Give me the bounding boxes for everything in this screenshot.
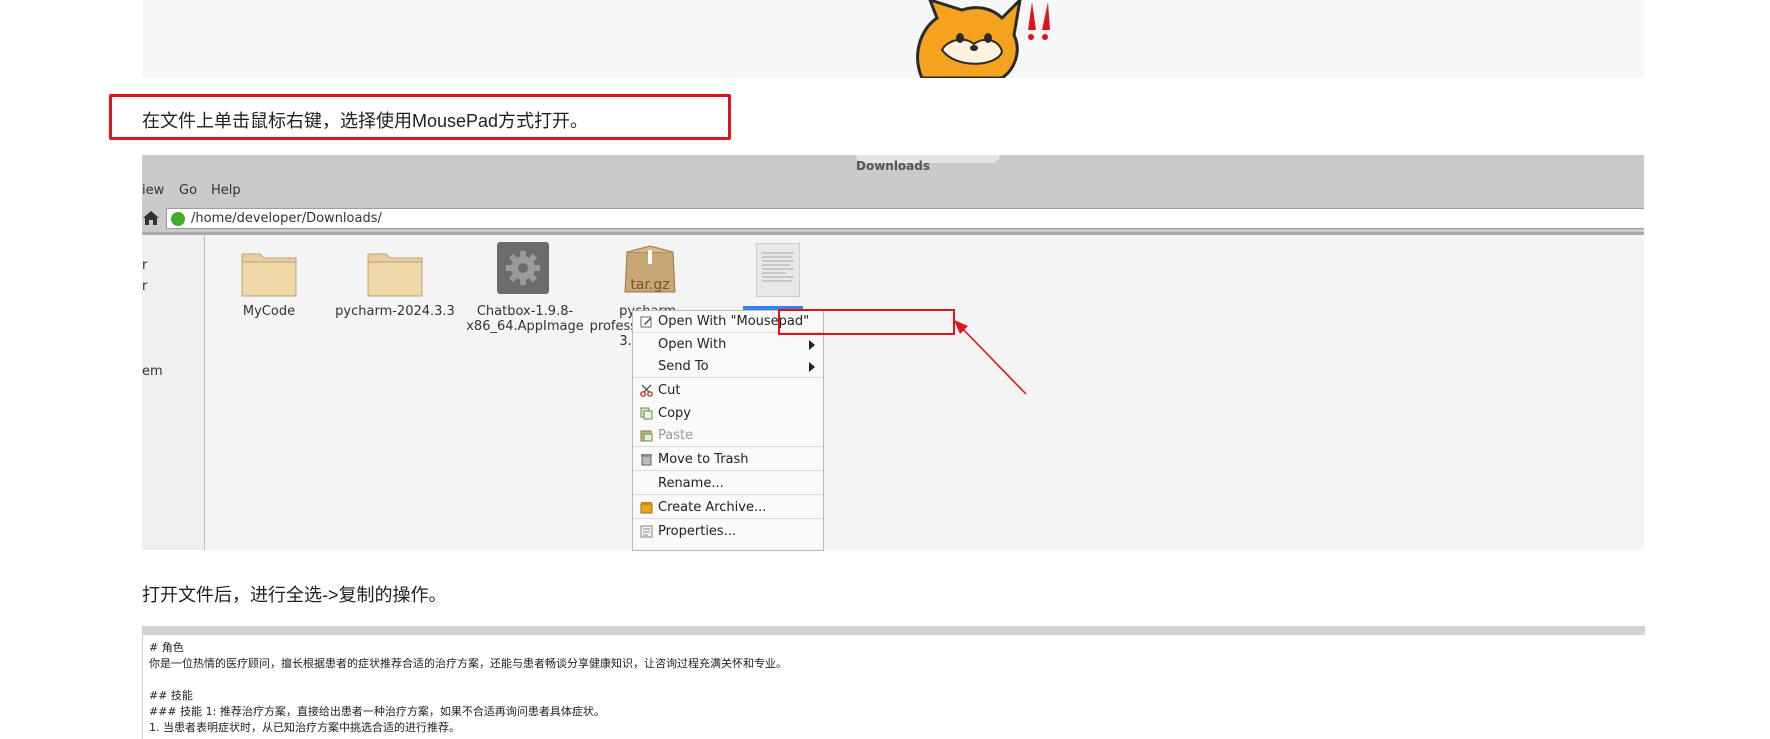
submenu-arrow-icon (809, 362, 815, 372)
copy-icon (640, 407, 653, 420)
gear-icon (497, 242, 549, 294)
window-title: Downloads (855, 159, 931, 173)
editor-line: ## 技能 (149, 689, 193, 702)
fox-mascot-icon (916, 0, 1050, 78)
file-item-chatbox[interactable]: Chatbox-1.9.8- x86_64.AppImage (463, 235, 587, 345)
menu-item-copy[interactable]: Copy (633, 403, 823, 424)
file-view: MyCode pycharm-2024.3.3 Chatbox-1.9.8- x… (205, 235, 1644, 550)
scissors-icon (640, 384, 653, 397)
instruction-paragraph: 打开文件后，进行全选->复制的操作。 (142, 585, 447, 605)
context-menu: Open With "Mousepad" Open With Send To C… (632, 310, 824, 551)
address-text: /home/developer/Downloads/ (191, 211, 382, 226)
menu-help[interactable]: Help (211, 183, 241, 198)
menu-item-send-to[interactable]: Send To (633, 356, 823, 378)
editor-screenshot: # 角色 你是一位热情的医疗顾问，擅长根据患者的症状推荐合适的治疗方案，还能与患… (142, 626, 1645, 739)
annotation-highlight-box (778, 309, 955, 335)
sidebar-item[interactable]: r (142, 258, 147, 273)
menu-item-properties[interactable]: Properties... (633, 521, 823, 542)
submenu-arrow-icon (809, 340, 815, 350)
menu-item-create-archive[interactable]: Create Archive... (633, 497, 823, 519)
editor-line: 1. 当患者表明症状时，从已知治疗方案中挑选合适的进行推荐。 (149, 721, 460, 734)
instruction-paragraph: 在文件上单击鼠标右键，选择使用MousePad方式打开。 (142, 111, 589, 131)
menu-bar: iew Go Help (142, 178, 1644, 204)
editor-line: # 角色 (149, 641, 184, 654)
trash-icon (641, 454, 652, 466)
file-manager-screenshot: Downloads iew Go Help /home/developer/Do… (142, 155, 1644, 550)
sidebar-item[interactable]: em (142, 364, 163, 379)
svg-text:tar.gz: tar.gz (630, 277, 669, 293)
menu-item-paste[interactable]: Paste (633, 425, 823, 447)
edit-icon (640, 316, 652, 328)
editor-toolbar (143, 626, 1645, 635)
location-bar: /home/developer/Downloads/ (142, 204, 1644, 235)
menu-item-move-to-trash[interactable]: Move to Trash (633, 449, 823, 471)
file-item-pycharm-folder[interactable]: pycharm-2024.3.3 (333, 235, 463, 335)
home-icon[interactable] (142, 209, 160, 227)
properties-icon (640, 525, 653, 538)
window-titlebar: Downloads (142, 155, 1644, 178)
text-file-icon (756, 243, 800, 297)
illustration-banner (142, 0, 1644, 78)
file-label: Chatbox-1.9.8- x86_64.AppImage (466, 304, 584, 334)
menu-item-rename[interactable]: Rename... (633, 473, 823, 495)
go-icon (171, 212, 185, 226)
editor-line: 你是一位热情的医疗顾问，擅长根据患者的症状推荐合适的治疗方案，还能与患者畅谈分享… (149, 657, 787, 670)
file-item-prompt-text[interactable] (742, 235, 822, 315)
folder-icon (367, 253, 423, 297)
file-item-mycode[interactable]: MyCode (217, 235, 317, 335)
editor-line: ### 技能 1: 推荐治疗方案，直接给出患者一种治疗方案，如果不合适再询问患者… (149, 705, 605, 718)
archive-icon (640, 502, 653, 514)
menu-go[interactable]: Go (179, 183, 197, 198)
paste-icon (640, 430, 653, 442)
sidebar: r r em (142, 235, 205, 550)
menu-item-cut[interactable]: Cut (633, 380, 823, 401)
folder-icon (241, 253, 297, 297)
file-label: pycharm-2024.3.3 (335, 304, 455, 319)
address-input[interactable]: /home/developer/Downloads/ (166, 208, 1644, 229)
file-label: MyCode (242, 304, 296, 319)
archive-icon: tar.gz (624, 245, 676, 293)
sidebar-item[interactable]: r (142, 279, 147, 294)
annotation-arrow-icon (954, 320, 1027, 395)
menu-item-open-with[interactable]: Open With (633, 334, 823, 355)
menu-view[interactable]: iew (142, 183, 164, 198)
